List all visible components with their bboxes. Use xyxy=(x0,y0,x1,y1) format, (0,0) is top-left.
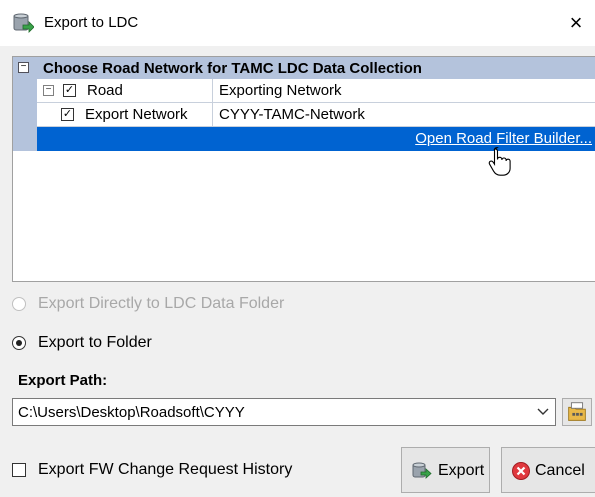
dialog-body: − Choose Road Network for TAMC LDC Data … xyxy=(0,46,595,497)
close-button[interactable]: × xyxy=(560,6,592,40)
road-checkbox[interactable]: ✓ xyxy=(63,84,76,97)
export-history-checkbox[interactable] xyxy=(12,463,26,477)
collapse-icon[interactable]: − xyxy=(18,62,29,73)
cancel-icon xyxy=(512,462,530,480)
property-row-road[interactable]: − ✓ Road Exporting Network xyxy=(13,79,595,103)
property-row-export-network[interactable]: ✓ Export Network CYYY-TAMC-Network xyxy=(13,103,595,127)
export-button-label: Export xyxy=(438,462,485,479)
open-road-filter-builder-link[interactable]: Open Road Filter Builder... xyxy=(415,130,592,147)
chevron-down-icon[interactable] xyxy=(537,407,549,417)
export-button[interactable]: Export xyxy=(401,447,490,493)
browse-folder-button[interactable] xyxy=(562,398,592,426)
export-directly-label: Export Directly to LDC Data Folder xyxy=(38,295,285,312)
export-to-folder-radio[interactable] xyxy=(12,336,26,350)
title-bar: Export to LDC × xyxy=(0,0,595,46)
export-path-label: Export Path: xyxy=(18,372,108,389)
cancel-button[interactable]: Cancel xyxy=(501,447,595,493)
property-value[interactable]: Exporting Network xyxy=(213,79,595,103)
export-network-checkbox[interactable]: ✓ xyxy=(61,108,74,121)
property-value[interactable]: CYYY-TAMC-Network xyxy=(213,103,595,127)
category-label: Choose Road Network for TAMC LDC Data Co… xyxy=(43,60,422,77)
export-history-label[interactable]: Export FW Change Request History xyxy=(38,461,292,479)
export-path-value: C:\Users\Desktop\Roadsoft\CYYY xyxy=(18,404,245,421)
export-directly-radio xyxy=(12,297,26,311)
property-name: Road xyxy=(87,82,123,99)
property-name: Export Network xyxy=(85,106,188,123)
category-row[interactable]: − Choose Road Network for TAMC LDC Data … xyxy=(13,57,595,79)
cancel-button-label: Cancel xyxy=(535,462,585,479)
window-title: Export to LDC xyxy=(44,14,139,31)
folder-browse-icon xyxy=(568,402,586,421)
collapse-icon[interactable]: − xyxy=(43,85,54,96)
property-grid: − Choose Road Network for TAMC LDC Data … xyxy=(12,56,595,282)
export-path-combobox[interactable]: C:\Users\Desktop\Roadsoft\CYYY xyxy=(12,398,556,426)
hand-pointer-icon xyxy=(488,147,511,176)
export-to-folder-label[interactable]: Export to Folder xyxy=(38,334,152,352)
export-database-icon xyxy=(412,462,432,479)
export-database-icon xyxy=(13,13,34,33)
